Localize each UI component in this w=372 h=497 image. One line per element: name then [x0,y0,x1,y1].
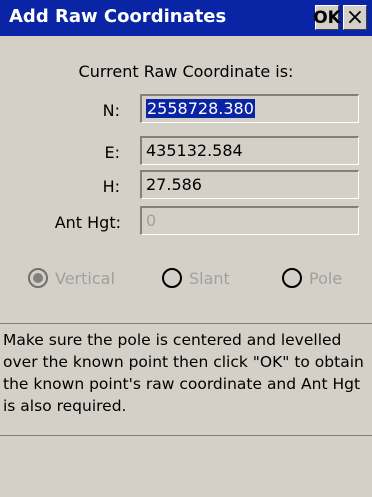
radio-pole-label: Pole [309,268,343,288]
radio-slant-label: Slant [189,268,230,288]
ant-hgt-label: Ant Hgt: [54,213,121,232]
current-coordinate-heading: Current Raw Coordinate is: [78,62,294,81]
title-bar: Add Raw Coordinates OK × [0,0,372,36]
radio-vertical[interactable]: Vertical [28,266,115,290]
ok-button[interactable]: OK [313,5,341,30]
e-label: E: [104,143,121,162]
h-field[interactable]: 27.586 [140,170,359,199]
radio-pole[interactable]: Pole [282,266,342,290]
radio-unchecked-icon [162,268,182,288]
n-field[interactable]: 2558728.380 [140,94,359,123]
radio-slant[interactable]: Slant [162,266,230,290]
n-label: N: [102,101,120,120]
n-value: 2558728.380 [146,99,255,118]
ant-hgt-field[interactable]: 0 [140,206,359,235]
e-field[interactable]: 435132.584 [140,136,359,165]
radio-vertical-label: Vertical [55,268,115,288]
window-title: Add Raw Coordinates [9,6,227,27]
info-text: Make sure the pole is centered and level… [0,323,372,436]
close-button[interactable]: × [343,5,367,30]
radio-unchecked-icon [282,268,302,288]
radio-checked-icon [28,268,48,288]
h-label: H: [102,177,120,196]
